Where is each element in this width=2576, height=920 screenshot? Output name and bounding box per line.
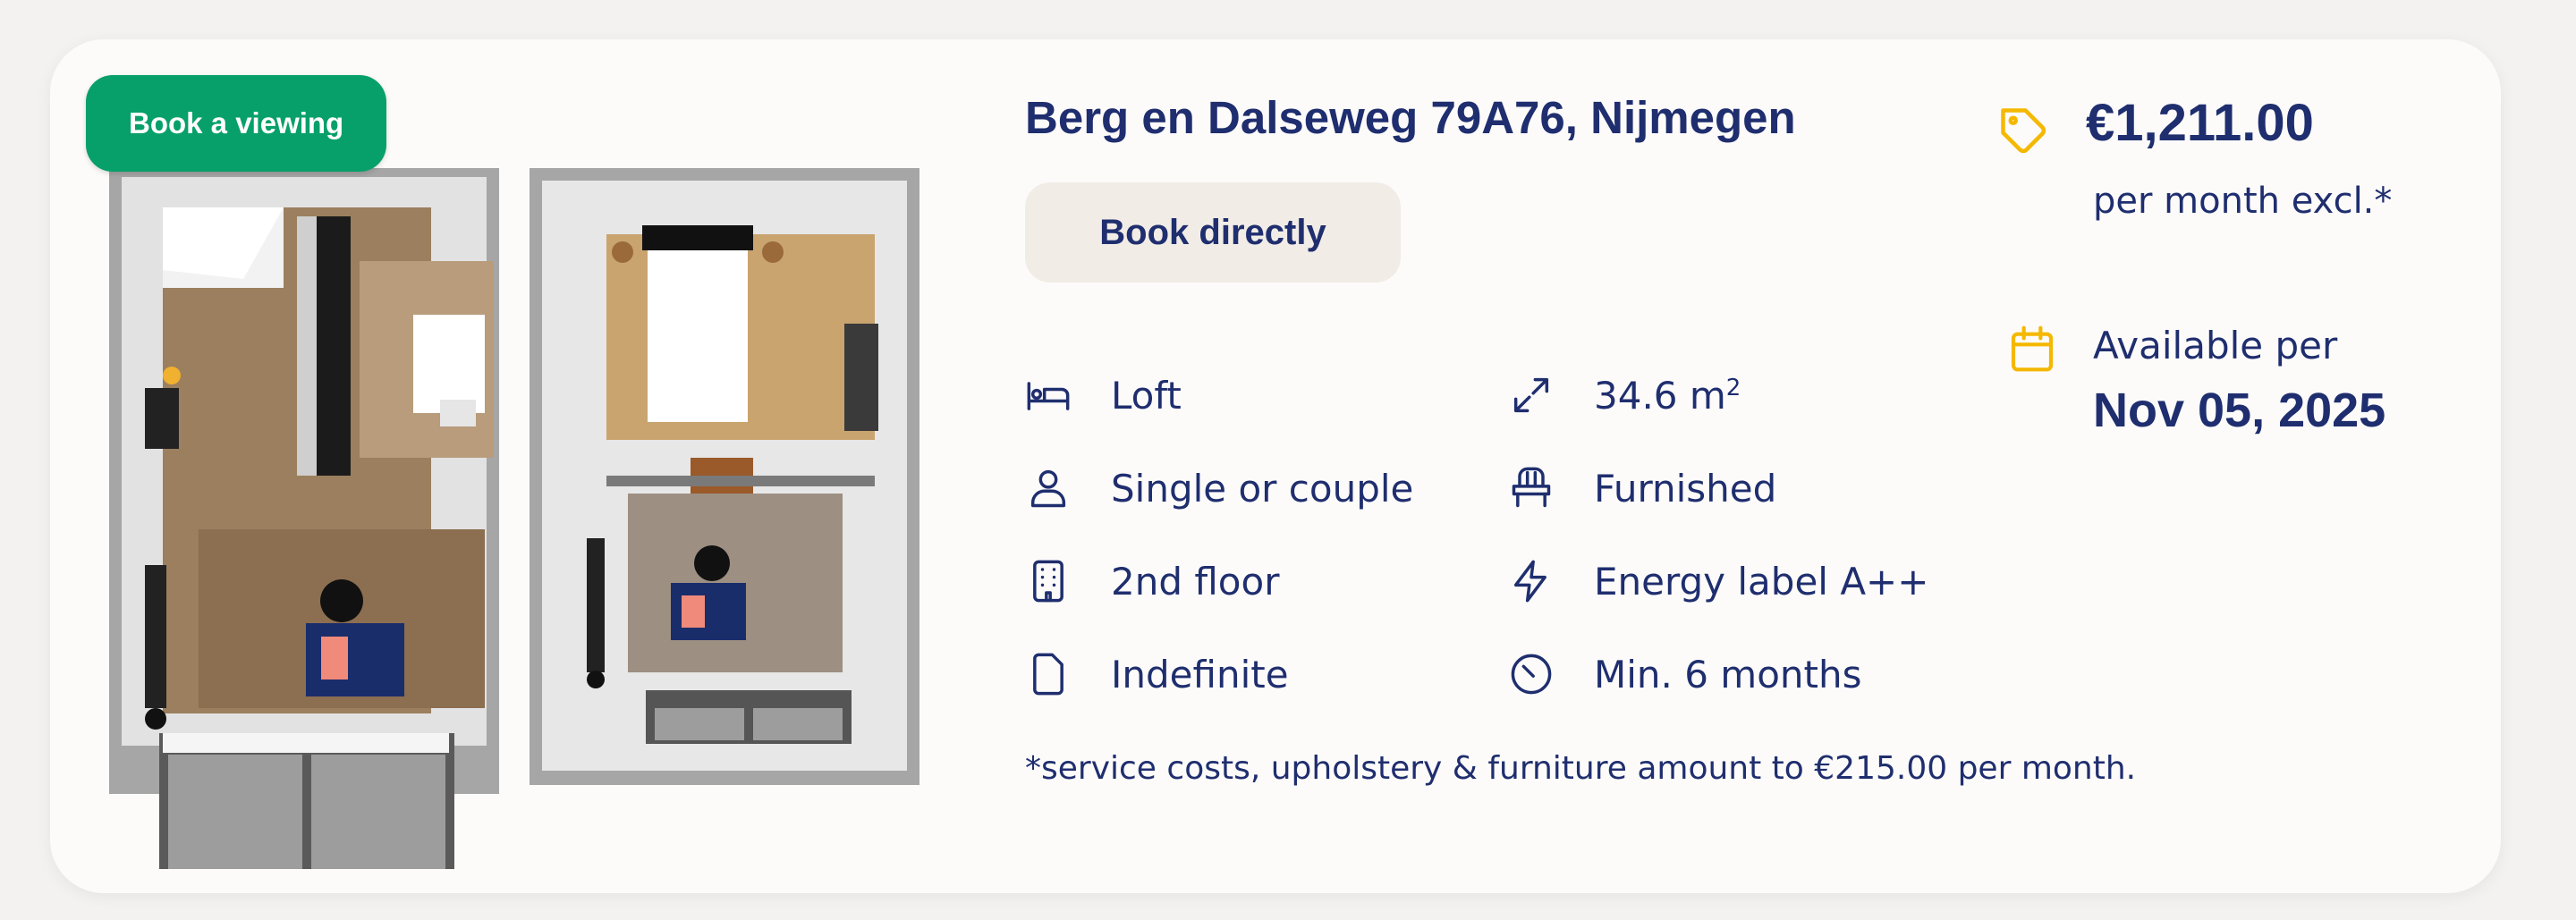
listing-card[interactable]: Book a viewing Berg en Dalseweg 79A76, N…	[50, 39, 2501, 893]
book-directly-button[interactable]: Book directly	[1025, 182, 1401, 283]
availability-date: Nov 05, 2025	[2093, 384, 2386, 437]
price-period: per month excl.*	[2093, 181, 2393, 222]
feature-floor: 2nd floor	[1023, 556, 1279, 606]
feature-furnishing-label: Furnished	[1594, 466, 1777, 511]
feature-type-label: Loft	[1111, 373, 1182, 418]
price-amount: €1,211.00	[2086, 94, 2314, 152]
book-viewing-button[interactable]: Book a viewing	[86, 75, 387, 172]
availability-label: Available per	[2093, 324, 2338, 367]
listing-title[interactable]: Berg en Dalseweg 79A76, Nijmegen	[1025, 91, 1796, 144]
feature-contract-label: Indefinite	[1111, 652, 1289, 696]
feature-contract: Indefinite	[1023, 649, 1289, 699]
floorplan-image	[109, 168, 919, 869]
feature-energy: Energy label A++	[1506, 556, 1928, 606]
clock-icon	[1506, 649, 1556, 699]
feature-energy-label: Energy label A++	[1594, 559, 1929, 603]
document-icon	[1023, 649, 1073, 699]
feature-type: Loft	[1023, 370, 1182, 420]
person-icon	[1023, 463, 1073, 513]
bed-icon	[1023, 370, 1073, 420]
cost-note: *service costs, upholstery & furniture a…	[1025, 750, 2137, 787]
expand-arrows-icon	[1506, 370, 1556, 420]
feature-occupancy: Single or couple	[1023, 463, 1413, 513]
feature-min-stay: Min. 6 months	[1506, 649, 1862, 699]
feature-min-stay-label: Min. 6 months	[1594, 652, 1862, 696]
building-icon	[1023, 556, 1073, 606]
feature-furnishing: Furnished	[1506, 463, 1776, 513]
feature-floor-label: 2nd floor	[1111, 559, 1280, 603]
feature-size: 34.6 m2	[1506, 370, 1741, 420]
price-tag-icon	[1996, 104, 2050, 157]
lightning-icon	[1506, 556, 1556, 606]
chair-icon	[1506, 463, 1556, 513]
feature-size-label: 34.6 m2	[1594, 373, 1741, 418]
feature-occupancy-label: Single or couple	[1111, 466, 1414, 511]
calendar-icon	[2007, 324, 2057, 374]
